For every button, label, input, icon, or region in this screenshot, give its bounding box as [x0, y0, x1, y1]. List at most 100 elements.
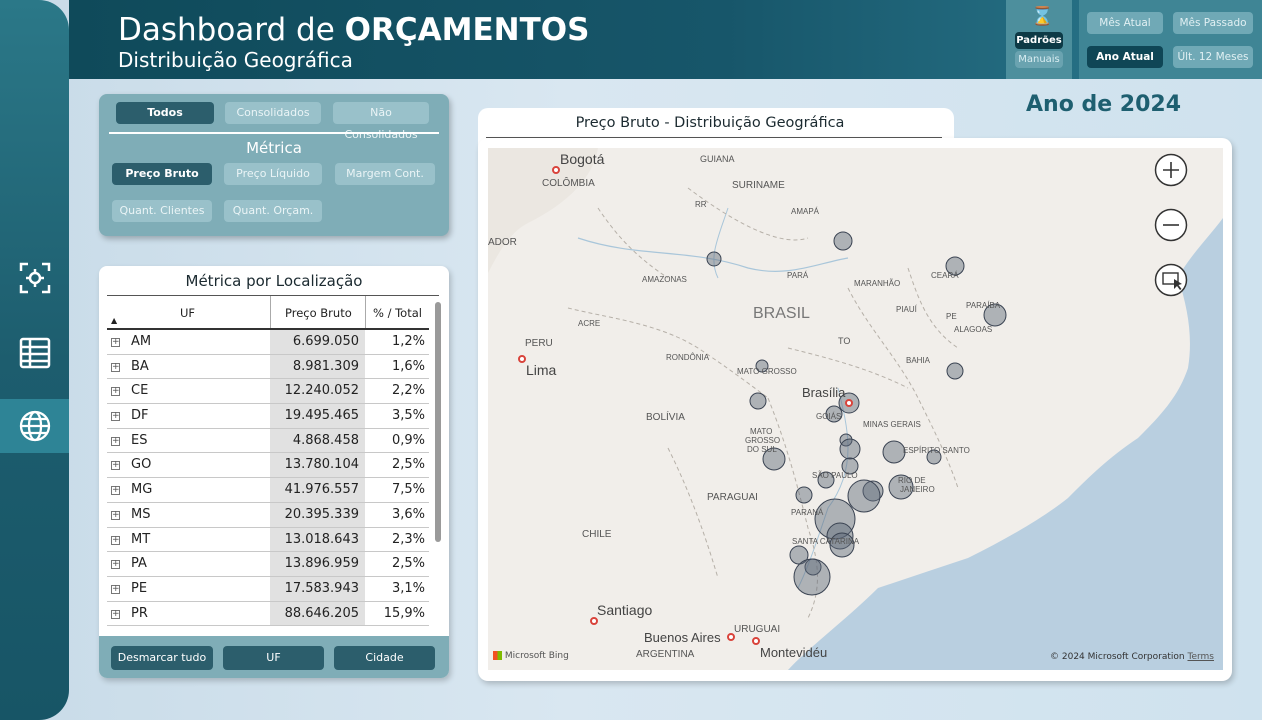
table-scrollbar[interactable] — [435, 302, 441, 542]
map-label: Lima — [526, 362, 557, 378]
cell-pct-total: 1,2% — [391, 334, 425, 349]
map-label: MATO GROSSO — [737, 367, 797, 376]
south-america-map[interactable]: Bogotá COLÔMBIA GUIANA SURINAME AMAPÁ RR… — [488, 148, 1223, 670]
period-mes-atual-button[interactable]: Mês Atual — [1087, 12, 1163, 34]
map-label: PERU — [525, 338, 553, 349]
deselect-all-button[interactable]: Desmarcar tudo — [111, 646, 213, 670]
cell-uf: MS — [131, 506, 151, 522]
table-row[interactable]: + MT 13.018.643 2,3% — [107, 527, 429, 553]
table-header: ▲ UF Preço Bruto % / Total — [107, 296, 429, 330]
cell-preco-bruto: 19.495.465 — [270, 404, 365, 428]
map-label: Brasília — [802, 385, 846, 400]
mode-manuais-button[interactable]: Manuais — [1015, 51, 1063, 68]
nav-rail — [0, 0, 69, 720]
cell-uf: AM — [131, 334, 152, 349]
mode-padroes-button[interactable]: Padrões — [1015, 32, 1063, 49]
sort-ascending-icon[interactable]: ▲ — [111, 316, 117, 325]
scope-consolidados-button[interactable]: Consolidados — [225, 102, 321, 124]
group-cidade-button[interactable]: Cidade — [334, 646, 435, 670]
map-label: JANEIRO — [900, 485, 935, 494]
page-subtitle: Distribuição Geográfica — [118, 48, 353, 72]
cell-preco-bruto: 88.646.205 — [270, 601, 365, 626]
expand-icon[interactable]: + — [111, 486, 120, 496]
table-body: + AM 6.699.050 1,2% + BA 8.981.309 1,6% + CE 12.24… — [107, 330, 429, 636]
map-copyright: © 2024 Microsoft Corporation — [1050, 652, 1185, 662]
metric-title: Métrica — [246, 139, 302, 157]
mode-selector: ⌛ Padrões Manuais — [1006, 0, 1072, 79]
cell-preco-bruto: 17.583.943 — [270, 576, 365, 601]
table-row[interactable]: + PE 17.583.943 3,1% — [107, 576, 429, 602]
expand-icon[interactable]: + — [111, 609, 120, 619]
map-label: SÃO PAULO — [812, 471, 858, 480]
nav-item-table[interactable] — [0, 326, 69, 380]
period-ano-atual-button[interactable]: Ano Atual — [1087, 46, 1163, 68]
expand-icon[interactable]: + — [111, 461, 120, 471]
cell-preco-bruto: 13.018.643 — [270, 527, 365, 552]
table-row[interactable]: + MS 20.395.339 3,6% — [107, 502, 429, 528]
map-label: CEARÁ — [931, 271, 959, 280]
zoom-out-icon[interactable] — [1154, 208, 1188, 242]
map-label: PARÁ — [787, 271, 809, 280]
map-label: COLÔMBIA — [542, 176, 595, 189]
cell-uf: PE — [131, 580, 148, 596]
cell-uf: BA — [131, 358, 149, 374]
expand-icon[interactable]: + — [111, 362, 120, 372]
expand-icon[interactable]: + — [111, 338, 120, 347]
table-row[interactable]: + BA 8.981.309 1,6% — [107, 354, 429, 380]
cell-preco-bruto: 4.868.458 — [270, 428, 365, 453]
group-uf-button[interactable]: UF — [223, 646, 324, 670]
expand-icon[interactable]: + — [111, 510, 120, 520]
year-label: Ano de 2024 — [1026, 92, 1182, 117]
filter-panel: Todos Consolidados Não Consolidados Métr… — [99, 94, 449, 236]
zoom-in-icon[interactable] — [1154, 153, 1188, 187]
expand-icon[interactable]: + — [111, 436, 120, 446]
map-title: Preço Bruto - Distribuição Geográfica — [575, 115, 845, 131]
map-attribution: © 2024 Microsoft Corporation Terms — [1050, 652, 1214, 662]
table-row[interactable]: + ES 4.868.458 0,9% — [107, 428, 429, 454]
table-row[interactable]: + PR 88.646.205 15,9% — [107, 601, 429, 627]
nav-item-geo[interactable] — [0, 399, 69, 453]
expand-icon[interactable]: + — [111, 560, 120, 570]
table-row[interactable]: + PA 13.896.959 2,5% — [107, 552, 429, 577]
map-label: URUGUAI — [734, 624, 780, 635]
scope-nao-consolidados-button[interactable]: Não Consolidados — [333, 102, 429, 141]
nav-item-focus[interactable] — [0, 251, 69, 305]
cell-uf: PA — [131, 556, 147, 572]
column-divider — [365, 296, 366, 328]
cell-uf: DF — [131, 408, 149, 424]
cell-pct-total: 3,5% — [391, 408, 425, 424]
expand-icon[interactable]: + — [111, 584, 120, 594]
metric-preco-bruto-button[interactable]: Preço Bruto — [112, 163, 212, 185]
map-label: GUIANA — [700, 154, 735, 164]
page-title: Dashboard de ORÇAMENTOS — [118, 12, 589, 48]
period-ult12-button[interactable]: Últ. 12 Meses — [1173, 46, 1253, 68]
col-header-pct-total[interactable]: % / Total — [373, 306, 422, 320]
scope-todos-button[interactable]: Todos — [116, 102, 214, 124]
metric-quant-orcam-button[interactable]: Quant. Orçam. — [224, 200, 322, 222]
select-region-icon[interactable] — [1154, 263, 1188, 297]
col-header-preco-bruto[interactable]: Preço Bruto — [285, 306, 352, 320]
map-label: BRASIL — [753, 305, 810, 322]
expand-icon[interactable]: + — [111, 535, 120, 545]
table-row[interactable]: + CE 12.240.052 2,2% — [107, 379, 429, 405]
cell-pct-total: 2,2% — [391, 383, 425, 399]
metric-quant-clientes-button[interactable]: Quant. Clientes — [112, 200, 212, 222]
table-row[interactable]: + MG 41.976.557 7,5% — [107, 478, 429, 503]
table-row[interactable]: + DF 19.495.465 3,5% — [107, 404, 429, 429]
map-canvas[interactable]: Bogotá COLÔMBIA GUIANA SURINAME AMAPÁ RR… — [488, 148, 1223, 670]
metric-preco-liquido-button[interactable]: Preço Líquido — [224, 163, 322, 185]
expand-icon[interactable]: + — [111, 412, 120, 422]
map-label: PARANÁ — [791, 508, 824, 517]
map-label: ARGENTINA — [636, 649, 695, 660]
table-row[interactable]: + GO 13.780.104 2,5% — [107, 453, 429, 479]
table-row[interactable]: + AM 6.699.050 1,2% — [107, 330, 429, 355]
map-label: MATO — [750, 427, 772, 436]
cell-preco-bruto: 41.976.557 — [270, 478, 365, 502]
period-mes-passado-button[interactable]: Mês Passado — [1173, 12, 1253, 34]
col-header-uf[interactable]: UF — [180, 306, 195, 320]
location-table-panel: Métrica por Localização ▲ UF Preço Bruto… — [99, 266, 449, 678]
expand-icon[interactable]: + — [111, 387, 120, 397]
map-terms-link[interactable]: Terms — [1187, 652, 1214, 662]
map-label: TO — [838, 336, 850, 346]
metric-margem-button[interactable]: Margem Cont. — [335, 163, 435, 185]
